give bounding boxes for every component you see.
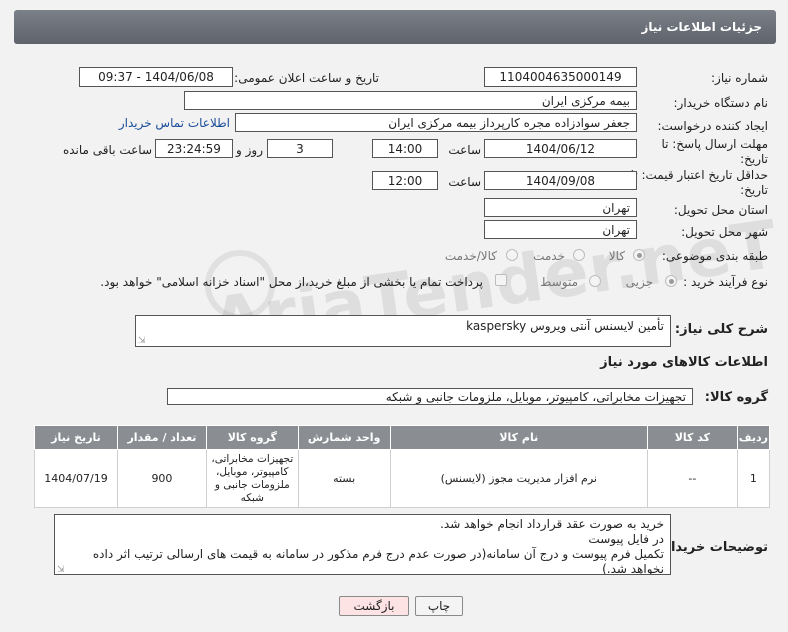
- buyer-notes-line: در فایل پیوست: [588, 532, 664, 546]
- col-unit: واحد شمارش: [297, 425, 391, 450]
- col-row: ردیف: [736, 425, 771, 450]
- print-button[interactable]: چاپ: [415, 596, 463, 616]
- remaining-days-field: 3: [267, 139, 333, 158]
- page-header: جزئیات اطلاعات نیاز: [14, 10, 776, 44]
- cell-name: نرم افزار مدیریت مجوز (لایسنس): [389, 449, 648, 508]
- goods-group-field: تجهیزات مخابراتی، کامپیوتر، موبایل، ملزو…: [167, 388, 693, 405]
- delivery-province-field: تهران: [484, 198, 637, 217]
- notes-resize-grip-icon[interactable]: ⇲: [57, 565, 65, 575]
- buyer-notes-label: توضیحات خریدار:: [658, 540, 768, 555]
- reply-deadline-label: مهلت ارسال پاسخ: تا تاریخ:: [661, 137, 768, 166]
- reply-deadline-time-field: 14:00: [372, 139, 438, 158]
- category-label: طبقه بندی موضوعی:: [661, 249, 768, 263]
- price-deadline-label: حداقل تاریخ اعتبار قیمت: تا تاریخ:: [630, 168, 768, 197]
- buyer-contact-link[interactable]: اطلاعات تماس خریدار: [119, 116, 230, 130]
- goods-section-title: اطلاعات کالاهای مورد نیاز: [600, 355, 768, 370]
- cell-row: 1: [736, 449, 771, 508]
- resize-grip-icon[interactable]: ⇲: [138, 336, 146, 346]
- cell-group: تجهیزات مخابراتی، کامپیوتر، موبایل، ملزو…: [205, 449, 299, 508]
- goods-group-label: گروه کالا:: [704, 390, 768, 405]
- back-button[interactable]: بازگشت: [339, 596, 409, 616]
- summary-text: تأمین لایسنس آنتی ویروس kaspersky: [466, 319, 664, 333]
- col-name: نام کالا: [389, 425, 648, 450]
- category-option-service: خدمت: [533, 249, 565, 263]
- remaining-time-label: ساعت باقی مانده: [62, 143, 152, 157]
- price-deadline-time-field: 12:00: [372, 171, 438, 190]
- cell-need-date: 1404/07/19: [33, 449, 119, 508]
- price-deadline-date-field: 1404/09/08: [484, 171, 637, 190]
- requester-label: ایجاد کننده درخواست:: [657, 119, 768, 133]
- summary-label: شرح کلی نیاز:: [674, 322, 768, 337]
- category-option-goods-service: کالا/خدمت: [444, 249, 497, 263]
- cell-unit: بسته: [297, 449, 391, 508]
- announce-date-field: 1404/06/08 - 09:37: [79, 67, 233, 87]
- process-radio-medium[interactable]: [589, 275, 601, 287]
- delivery-city-label: شهر محل تحویل:: [681, 225, 768, 239]
- col-code: کد کالا: [646, 425, 738, 450]
- cell-quantity: 900: [117, 449, 207, 508]
- process-option-medium: متوسط: [540, 275, 578, 289]
- reply-deadline-time-label: ساعت: [448, 143, 481, 157]
- cell-code: --: [646, 449, 738, 508]
- col-quantity: تعداد / مقدار: [117, 425, 207, 450]
- remaining-time-field: 23:24:59: [155, 139, 233, 158]
- buyer-notes-line: تکمیل فرم پیوست و درج آن سامانه(در صورت …: [92, 547, 664, 575]
- treasury-payment-note: پرداخت تمام یا بخشی از مبلغ خرید،از محل …: [100, 275, 483, 289]
- requester-field: جعفر سوادزاده مجره کارپرداز بیمه مرکزی ا…: [235, 113, 637, 132]
- need-number-field: 1104004635000149: [484, 67, 637, 87]
- process-radio-minor[interactable]: [665, 275, 677, 287]
- col-group: گروه کالا: [205, 425, 299, 450]
- buyer-org-label: نام دستگاه خریدار:: [673, 96, 769, 110]
- buyer-org-field: بیمه مرکزی ایران: [184, 91, 637, 110]
- price-deadline-time-label: ساعت: [448, 175, 481, 189]
- reply-deadline-date-field: 1404/06/12: [484, 139, 637, 158]
- page-title: جزئیات اطلاعات نیاز: [641, 20, 762, 34]
- table-header-row: ردیف کد کالا نام کالا واحد شمارش گروه کا…: [33, 425, 771, 450]
- announce-date-label: تاریخ و ساعت اعلان عمومی:: [234, 71, 379, 85]
- category-radio-goods[interactable]: [633, 249, 645, 261]
- col-need-date: تاریخ نیاز: [33, 425, 119, 450]
- buyer-notes-field: خرید به صورت عقد قرارداد انجام خواهد شد.…: [54, 514, 671, 575]
- category-radio-goods-service[interactable]: [506, 249, 518, 261]
- days-label: روز و: [236, 143, 263, 157]
- category-radio-service[interactable]: [573, 249, 585, 261]
- process-type-label: نوع فرآیند خرید :: [683, 275, 768, 289]
- delivery-province-label: استان محل تحویل:: [673, 203, 768, 217]
- need-number-label: شماره نیاز:: [711, 71, 768, 85]
- delivery-city-field: تهران: [484, 220, 637, 239]
- process-option-minor: جزیی: [625, 275, 653, 289]
- goods-table: ردیف کد کالا نام کالا واحد شمارش گروه کا…: [33, 425, 771, 508]
- category-option-goods: کالا: [608, 249, 625, 263]
- buyer-notes-line: خرید به صورت عقد قرارداد انجام خواهد شد.: [440, 517, 664, 531]
- treasury-payment-checkbox[interactable]: [495, 274, 507, 286]
- table-row: 1 -- نرم افزار مدیریت مجوز (لایسنس) بسته…: [33, 449, 771, 508]
- summary-field: تأمین لایسنس آنتی ویروس kaspersky: [135, 315, 671, 347]
